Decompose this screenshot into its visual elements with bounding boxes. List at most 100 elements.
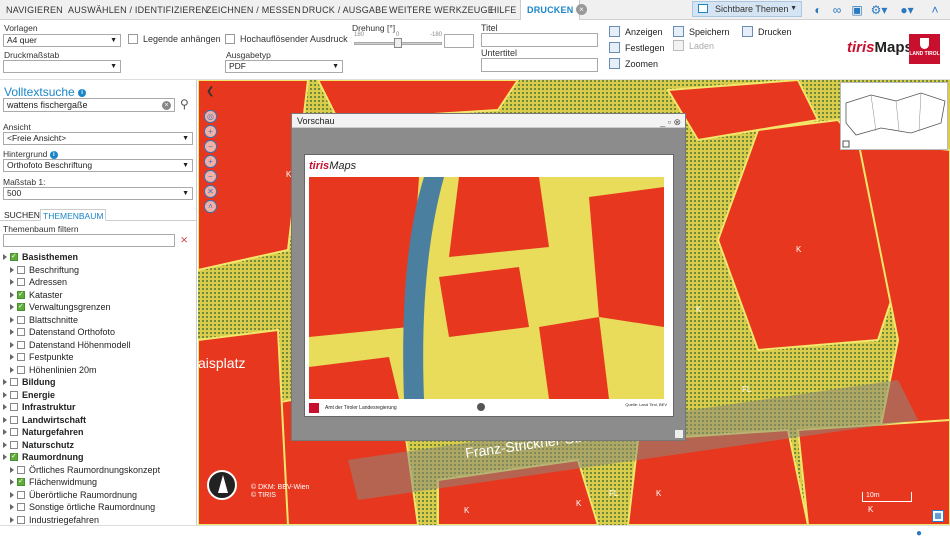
vorlagen-select[interactable]: A4 quer ▼ (3, 34, 121, 47)
expand-icon[interactable] (3, 441, 7, 448)
info-icon[interactable]: i (78, 88, 87, 97)
menu-druck-ausgabe[interactable]: DRUCK / AUSGABE (302, 0, 388, 20)
expand-icon[interactable] (3, 391, 7, 398)
expand-icon[interactable] (3, 429, 7, 435)
ausgabetyp-select[interactable]: PDF ▼ (225, 60, 343, 73)
visible-themes-dropdown[interactable]: Sichtbare Themen ▼ (692, 1, 802, 17)
drucken-button[interactable]: Drucken (742, 25, 792, 39)
expand-icon[interactable] (10, 516, 14, 523)
search-icon[interactable]: ⚲ (180, 97, 189, 111)
festlegen-button[interactable]: Festlegen (609, 41, 665, 55)
menu-auswaehlen[interactable]: AUSWÄHLEN / IDENTIFIZIEREN (68, 0, 208, 20)
fullscreen-icon[interactable]: ✕ (204, 185, 217, 198)
user-icon[interactable]: ●▾ (898, 3, 916, 17)
menu-navigieren[interactable]: NAVIGIEREN (6, 0, 63, 20)
link-icon[interactable]: ∞ (830, 3, 844, 17)
hintergrund-select[interactable]: Orthofoto Beschriftung ▼ (3, 159, 193, 172)
expand-icon[interactable] (10, 504, 14, 510)
expand-icon[interactable] (10, 491, 14, 498)
tree-checkbox[interactable] (17, 476, 25, 488)
zoomen-button[interactable]: Zoomen (609, 57, 658, 71)
expand-icon[interactable] (10, 341, 14, 348)
globe-icon[interactable]: ◎ (204, 110, 217, 123)
tree-checkbox[interactable] (17, 515, 25, 524)
tree-checkbox[interactable] (10, 415, 18, 424)
close-tab-icon[interactable]: × (576, 4, 587, 15)
titel-input[interactable] (481, 33, 598, 47)
tree-checkbox[interactable] (10, 403, 18, 411)
expand-icon[interactable] (3, 404, 7, 410)
menu-weitere-werkzeuge[interactable]: WEITERE WERKZEUGE (389, 0, 494, 20)
expand-icon[interactable] (10, 316, 14, 323)
tree-checkbox[interactable] (10, 428, 18, 436)
tree-checkbox[interactable] (17, 278, 25, 286)
expand-icon[interactable] (10, 279, 14, 285)
menu-drucken[interactable]: DRUCKEN (520, 0, 581, 20)
expand-icon[interactable] (3, 254, 7, 260)
zoom-out-icon[interactable]: − (204, 140, 217, 153)
tree-checkbox[interactable] (10, 451, 18, 463)
hochaufloesend-checkbox[interactable] (225, 34, 235, 44)
expand-icon[interactable] (3, 379, 7, 385)
tab-suchen[interactable]: SUCHEN (2, 209, 42, 221)
tree-checkbox[interactable] (17, 328, 25, 336)
expand-icon[interactable] (10, 466, 14, 473)
maximize-icon[interactable]: ▫ (668, 117, 671, 127)
zoom-out-icon[interactable]: − (204, 170, 217, 183)
speichern-button[interactable]: Speichern (673, 25, 730, 39)
tree-checkbox[interactable] (10, 378, 18, 386)
drehung-slider-handle[interactable] (394, 38, 402, 48)
gear-icon[interactable]: ⚙▾ (870, 3, 888, 17)
table-icon[interactable]: ▦ (932, 510, 944, 522)
zoom-in-icon[interactable]: + (204, 125, 217, 138)
expand-icon[interactable] (10, 304, 14, 310)
zoom-in-icon[interactable]: + (204, 155, 217, 168)
menu-hilfe[interactable]: HILFE (490, 0, 517, 20)
collapse-sidebar-icon[interactable]: ❮ (206, 86, 214, 97)
user-icon[interactable]: ● (916, 528, 922, 539)
ansicht-select[interactable]: <Freie Ansicht> ▼ (3, 132, 193, 145)
anzeigen-button[interactable]: Anzeigen (609, 25, 663, 39)
clear-filter-icon[interactable]: ⨯ (180, 235, 188, 246)
expand-icon[interactable] (10, 329, 14, 335)
expand-icon[interactable] (10, 366, 14, 373)
tree-checkbox[interactable] (17, 353, 25, 361)
expand-icon[interactable] (10, 266, 14, 273)
chevron-up-icon[interactable]: ˄ (204, 200, 217, 213)
massstab-select[interactable]: 500 ▼ (3, 187, 193, 200)
expand-icon[interactable] (3, 416, 7, 423)
resize-handle[interactable] (675, 430, 683, 438)
druckmassstab-select[interactable]: ▼ (3, 60, 121, 73)
tree-checkbox[interactable] (10, 440, 18, 449)
menu-zeichnen[interactable]: ZEICHNEN / MESSEN (206, 0, 301, 20)
expand-icon[interactable] (10, 479, 14, 485)
tree-checkbox[interactable] (17, 490, 25, 499)
clear-icon[interactable]: × (162, 101, 171, 110)
minimize-icon[interactable]: _ (660, 117, 665, 127)
info-icon[interactable]: i (49, 150, 58, 159)
tree-checkbox[interactable] (17, 365, 25, 374)
laden-button[interactable]: Laden (673, 39, 714, 53)
legende-checkbox[interactable] (128, 34, 138, 44)
tree-checkbox[interactable] (17, 340, 25, 349)
search-input[interactable]: wattens fischergaße × (3, 98, 175, 112)
filter-input[interactable] (3, 234, 175, 247)
expand-icon[interactable] (10, 354, 14, 360)
refresh-icon[interactable]: ◐ (811, 3, 825, 17)
expand-icon[interactable] (3, 454, 7, 460)
close-icon[interactable]: ⊗ (673, 117, 681, 127)
tree-checkbox[interactable] (17, 289, 25, 301)
drehung-input[interactable] (444, 34, 474, 48)
expand-icon[interactable] (10, 291, 14, 298)
tab-themenbaum[interactable]: THEMENBAUM (40, 209, 107, 221)
tree-checkbox[interactable] (10, 251, 18, 263)
save-icon[interactable]: ▣ (850, 3, 864, 17)
tree-checkbox[interactable] (17, 503, 25, 511)
untertitel-input[interactable] (481, 58, 598, 72)
overview-map[interactable] (840, 82, 948, 150)
tree-checkbox[interactable] (10, 390, 18, 399)
tree-checkbox[interactable] (17, 465, 25, 474)
chevron-up-icon[interactable]: ˄ (928, 3, 942, 17)
tree-checkbox[interactable] (17, 301, 25, 313)
tree-checkbox[interactable] (17, 315, 25, 324)
